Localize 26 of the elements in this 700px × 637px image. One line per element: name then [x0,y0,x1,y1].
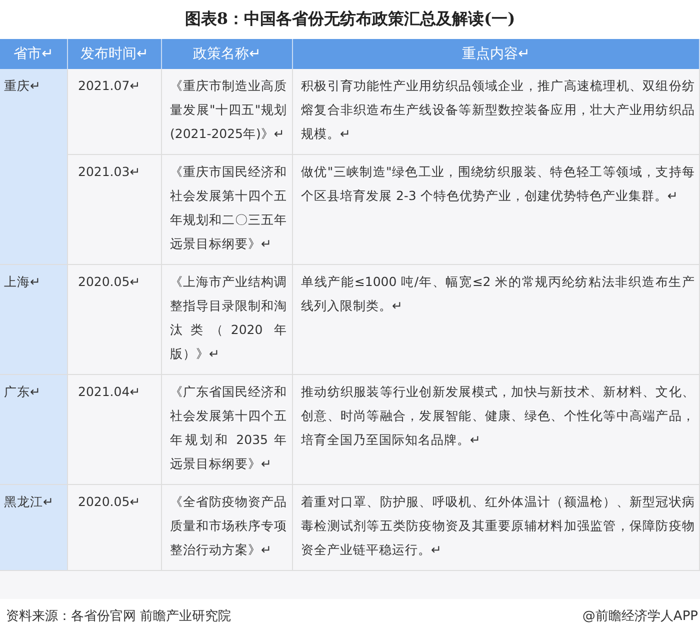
table-cell: 单线产能≤1000 吨/年、幅宽≤2 米的常规丙纶纺粘法非织造布生产线列入限制类。↵ [293,265,700,375]
table-cell: 2020.05↵ [68,265,162,375]
table-cell: 积极引育功能性产业用纺织品领域企业，推广高速梳理机、双组份纺熔复合非织造布生产线设备等新型数控装备应用，壮大产业用纺织品规模。↵ [293,69,700,155]
table-cell: 2020.05↵ [68,485,162,571]
table-cell: 2021.03↵ [68,155,162,265]
table-cell: 黑龙江↵ [0,485,68,571]
table-cell: 《全省防疫物资产品质量和市场秩序专项整治行动方案》↵ [162,485,293,571]
table-cell: 《重庆市制造业高质量发展"十四五"规划(2021-2025年)》↵ [162,69,293,155]
table-cell: 2021.04↵ [68,375,162,485]
table-cell: 2021.07↵ [68,69,162,155]
table-cell: 重庆↵ [0,69,68,265]
table-cell: 上海↵ [0,265,68,375]
table-cell: 《上海市产业结构调整指导目录限制和淘汰类（2020 年版）》↵ [162,265,293,375]
column-header: 发布时间↵ [68,39,162,69]
credit-text: @前瞻经济学人APP [582,608,698,625]
table-cell: 做优"三峡制造"绿色工业，围绕纺织服装、特色轻工等领域，支持每个区县培育发展 2-3 个特色优势产业，创建优势特色产业集群。↵ [293,155,700,265]
column-header: 政策名称↵ [162,39,293,69]
chart-title: 图表8：中国各省份无纺布政策汇总及解读(一) [184,8,516,30]
source-note: 资料来源：各省份官网 前瞻产业研究院 [6,608,232,625]
column-header: 省市↵ [0,39,68,69]
table-cell: 《重庆市国民经济和社会发展第十四个五年规划和二〇三五年远景目标纲要》↵ [162,155,293,265]
table-cell: 着重对口罩、防护服、呼吸机、红外体温计（额温枪）、新型冠状病毒检测试剂等五类防疫物资及其重要原辅材料加强监管，保障防疫物资全产业链平稳运行。↵ [293,485,700,571]
table-cell: 推动纺织服装等行业创新发展模式，加快与新技术、新材料、文化、创意、时尚等融合，发展智能、健康、绿色、个性化等中高端产品，培育全国乃至国际知名品牌。↵ [293,375,700,485]
column-header: 重点内容↵ [293,39,700,69]
table-cell: 广东↵ [0,375,68,485]
table-cell: 《广东省国民经济和社会发展第十四个五年规划和 2035 年远景目标纲要》↵ [162,375,293,485]
